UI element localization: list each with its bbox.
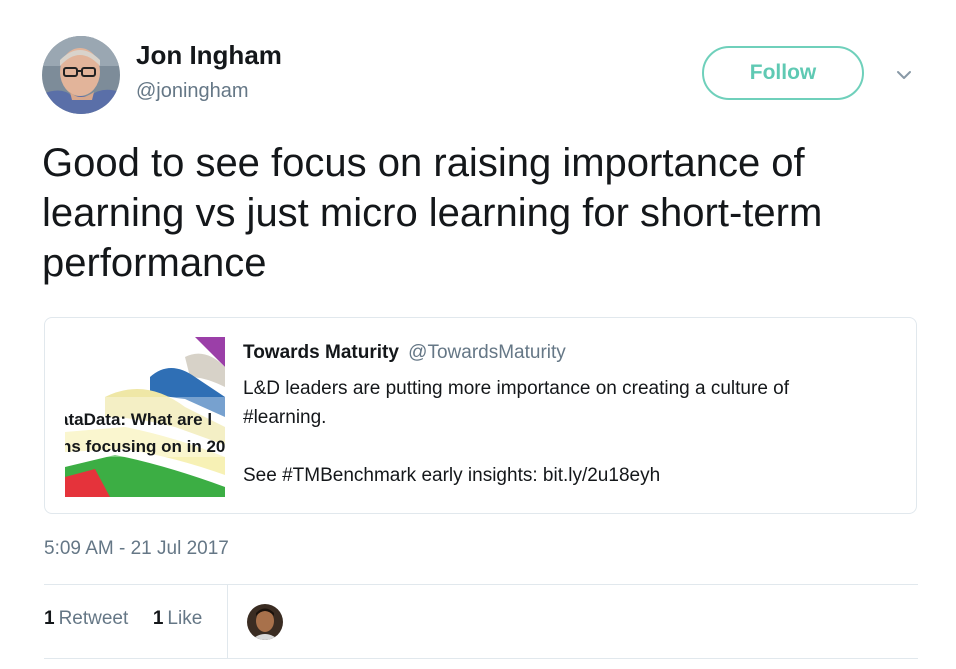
quoted-author-name[interactable]: Towards Maturity <box>243 342 399 363</box>
like-count: 1 <box>152 608 164 629</box>
retweet-stat[interactable]: 1 Retweet <box>44 608 134 629</box>
author-avatar-image <box>42 36 120 114</box>
liker-avatar[interactable] <box>247 604 283 640</box>
author-avatar[interactable] <box>42 36 120 114</box>
quoted-tweet-thumbnail: ataData: What are l ns focusing on in 20 <box>65 337 225 497</box>
tweet-timestamp[interactable]: 5:09 AM - 21 Jul 2017 <box>44 538 229 560</box>
quoted-text-line2[interactable]: #learning. <box>243 403 893 432</box>
divider <box>44 584 918 585</box>
retweet-label: Retweet <box>58 608 129 629</box>
quoted-tweet-text: L&D leaders are putting more importance … <box>243 374 893 490</box>
quoted-tweet-card[interactable]: ataData: What are l ns focusing on in 20… <box>44 317 917 514</box>
quoted-tweet-header: Towards Maturity @TowardsMaturity <box>243 342 566 364</box>
thumbnail-text-line1: ataData: What are l <box>65 410 213 429</box>
quoted-text-line1: L&D leaders are putting more importance … <box>243 378 790 399</box>
follow-button[interactable]: Follow <box>702 46 864 100</box>
tweet-text: Good to see focus on raising importance … <box>42 141 823 285</box>
author-name[interactable]: Jon Ingham <box>136 40 282 71</box>
chevron-down-icon[interactable] <box>893 66 915 84</box>
liker-avatar-image <box>247 604 283 640</box>
quoted-text-line3[interactable]: See #TMBenchmark early insights: bit.ly/… <box>243 461 893 490</box>
quoted-author-handle[interactable]: @TowardsMaturity <box>408 342 566 363</box>
like-label: Like <box>167 608 203 629</box>
divider <box>44 658 918 659</box>
tweet-stats: 1 Retweet 1 Like <box>44 608 202 630</box>
like-stat[interactable]: 1 Like <box>153 608 202 629</box>
stats-separator <box>227 585 228 658</box>
thumbnail-text-line2: ns focusing on in 20 <box>65 437 225 456</box>
retweet-count: 1 <box>44 608 55 629</box>
author-handle[interactable]: @joningham <box>136 80 249 103</box>
